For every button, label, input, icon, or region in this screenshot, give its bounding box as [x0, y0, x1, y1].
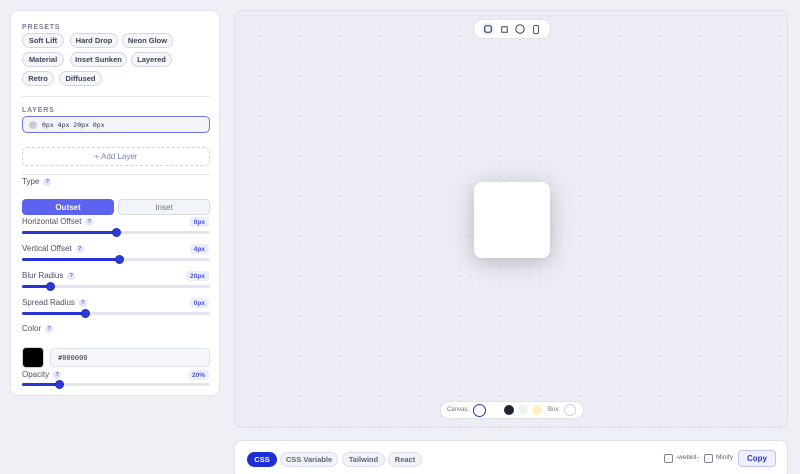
preset-inset-sunken[interactable]: Inset Sunken — [70, 52, 127, 67]
box-label: Box: — [548, 407, 561, 413]
inset-button[interactable]: Inset — [118, 199, 210, 215]
copy-button[interactable]: Copy — [738, 450, 776, 467]
canvas-color-cream[interactable] — [532, 405, 543, 415]
opacity-value: 20% — [187, 370, 209, 380]
slider-fill — [22, 312, 86, 315]
help-icon[interactable]: ? — [43, 177, 52, 186]
canvas-label: Canvas: — [447, 407, 470, 413]
spread-radius-slider[interactable] — [22, 309, 210, 318]
square-icon[interactable] — [498, 23, 510, 35]
divider — [22, 96, 210, 97]
canvas-color-mint[interactable] — [518, 405, 529, 415]
opacity-slider[interactable] — [22, 380, 210, 389]
help-icon[interactable]: ? — [53, 370, 62, 379]
minify-checkbox[interactable] — [704, 454, 713, 463]
blur-radius-value: 20px — [186, 271, 209, 281]
help-icon[interactable]: ? — [45, 324, 54, 333]
preset-material[interactable]: Material — [22, 52, 64, 67]
tab-css[interactable]: CSS — [247, 452, 277, 467]
help-icon[interactable]: ? — [85, 217, 94, 226]
tab-css-variable[interactable]: CSS Variable — [280, 452, 338, 467]
add-layer-button[interactable]: + Add Layer — [22, 147, 210, 166]
blur-radius-label: Blur Radius ? — [22, 271, 76, 280]
slider-fill — [22, 383, 60, 386]
type-label-text: Type — [22, 177, 40, 186]
preset-soft-lift[interactable]: Soft Lift — [22, 33, 64, 48]
help-icon[interactable]: ? — [75, 244, 84, 253]
horizontal-offset-label-text: Horizontal Offset — [22, 217, 82, 226]
vertical-offset-label: Vertical Offset ? — [22, 244, 84, 253]
help-icon[interactable]: ? — [67, 271, 76, 280]
color-hex-input[interactable]: #000000 — [50, 348, 210, 367]
vertical-offset-slider[interactable] — [22, 255, 210, 264]
preset-retro[interactable]: Retro — [22, 71, 54, 86]
layer-value: 0px 4px 20px 0px — [42, 120, 105, 129]
webkit-label: -webkit- — [676, 454, 699, 461]
slider-thumb[interactable] — [55, 380, 65, 389]
preset-hard-drop[interactable]: Hard Drop — [70, 33, 118, 48]
slider-fill — [22, 231, 116, 234]
tab-react[interactable]: React — [388, 452, 422, 467]
spread-radius-value: 0px — [189, 298, 209, 308]
slider-thumb[interactable] — [81, 309, 91, 318]
color-label-text: Color — [22, 324, 42, 333]
circle-icon[interactable] — [514, 23, 526, 35]
slider-thumb[interactable] — [111, 228, 121, 237]
color-swatch[interactable] — [22, 347, 44, 368]
opacity-label-text: Opacity — [22, 370, 50, 379]
outset-button[interactable]: Outset — [22, 199, 114, 215]
horizontal-offset-value: 0px — [189, 217, 209, 227]
vertical-offset-label-text: Vertical Offset — [22, 244, 72, 253]
background-toolbar: Canvas: Box: — [440, 401, 584, 419]
phone-icon[interactable] — [530, 23, 542, 35]
layer-color-dot — [29, 120, 37, 129]
canvas-color-dark[interactable] — [504, 405, 515, 415]
blur-radius-slider[interactable] — [22, 282, 210, 291]
canvas-color-light[interactable] — [490, 405, 501, 415]
output-bar: CSS CSS Variable Tailwind React -webkit-… — [234, 440, 788, 474]
minify-label: Minify — [716, 454, 733, 461]
vertical-offset-value: 4px — [189, 244, 209, 254]
preset-diffused[interactable]: Diffused — [59, 71, 102, 86]
webkit-checkbox[interactable] — [664, 454, 673, 463]
slider-thumb[interactable] — [45, 282, 55, 291]
preview-box — [474, 182, 550, 258]
type-label: Type ? — [22, 177, 52, 186]
layers-title: LAYERS — [22, 107, 55, 114]
layer-item[interactable]: 0px 4px 20px 0px — [22, 116, 210, 133]
preview-canvas: Canvas: Box: — [234, 10, 788, 428]
square-rounded-icon[interactable] — [482, 23, 494, 35]
horizontal-offset-slider[interactable] — [22, 228, 210, 237]
opacity-label: Opacity ? — [22, 370, 62, 379]
canvas-color-white[interactable] — [473, 403, 487, 417]
box-color-white[interactable] — [564, 404, 577, 416]
shape-toolbar — [473, 19, 551, 39]
spread-radius-label: Spread Radius ? — [22, 298, 87, 307]
help-icon[interactable]: ? — [78, 298, 87, 307]
divider — [22, 174, 210, 175]
blur-radius-label-text: Blur Radius — [22, 271, 64, 280]
preset-neon-glow[interactable]: Neon Glow — [122, 33, 173, 48]
horizontal-offset-label: Horizontal Offset ? — [22, 217, 94, 226]
spread-radius-label-text: Spread Radius — [22, 298, 75, 307]
color-label: Color ? — [22, 324, 54, 333]
settings-panel: PRESETS Soft Lift Hard Drop Neon Glow Ma… — [10, 10, 220, 396]
preset-layered[interactable]: Layered — [131, 52, 172, 67]
slider-thumb[interactable] — [115, 255, 125, 264]
tab-tailwind[interactable]: Tailwind — [342, 452, 385, 467]
presets-title: PRESETS — [22, 24, 61, 31]
slider-fill — [22, 258, 120, 261]
